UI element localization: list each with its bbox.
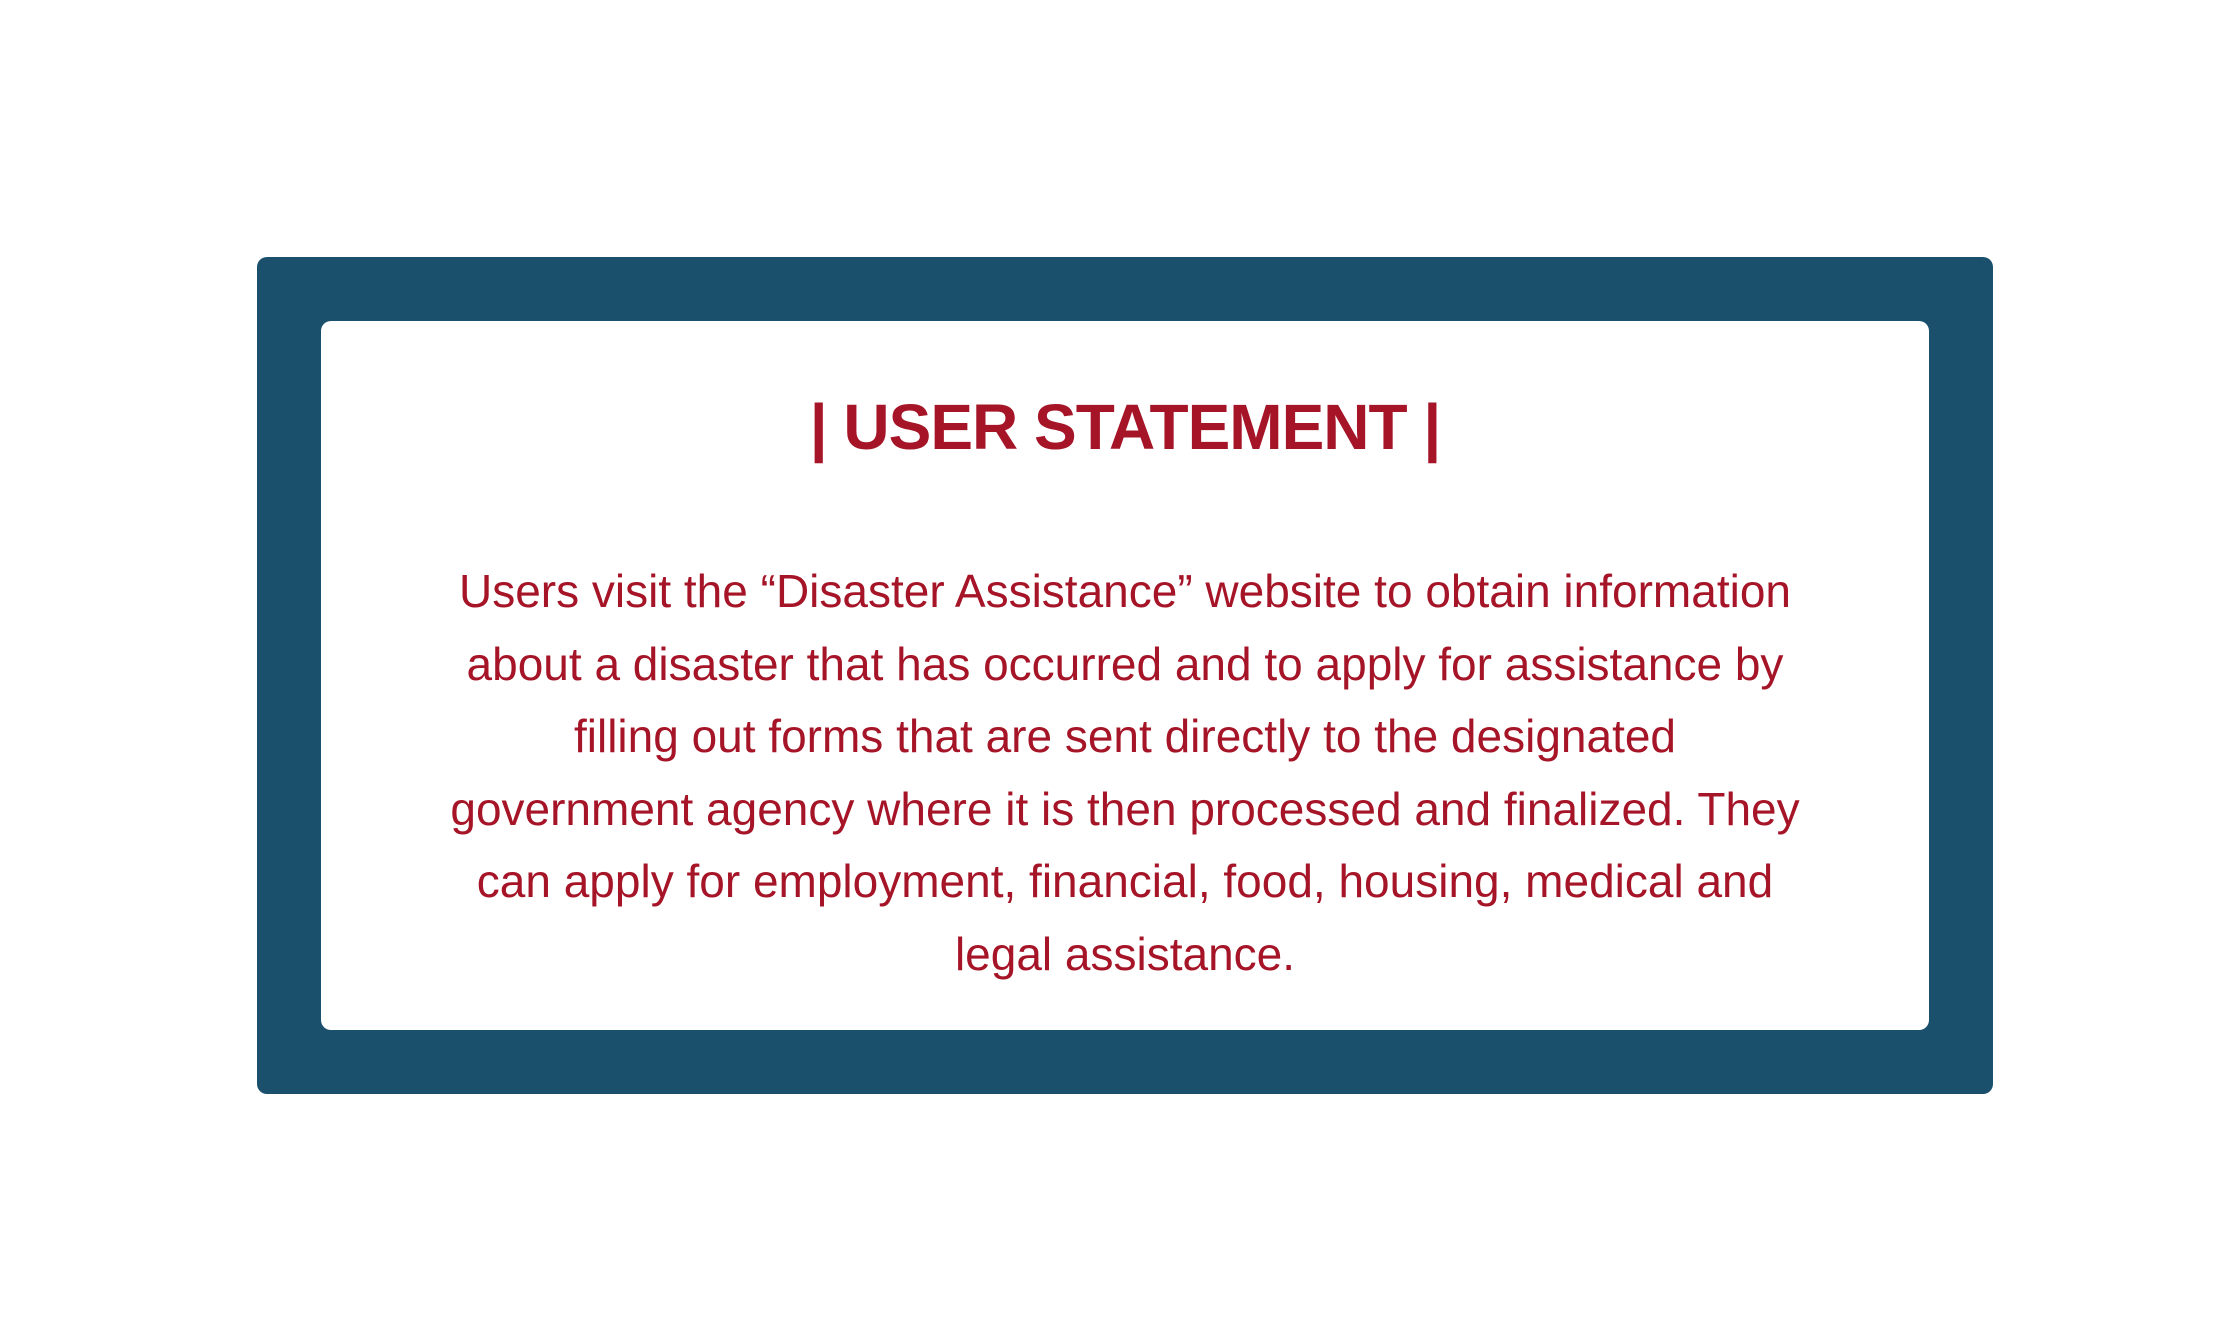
user-statement-title: | USER STATEMENT | [809, 391, 1442, 463]
statement-line: government agency where it is then proce… [450, 782, 1800, 835]
statement-line: Users visit the “Disaster Assistance” we… [459, 565, 1791, 617]
statement-line: filling out forms that are sent directly… [573, 710, 1677, 762]
user-statement-text: Users visit the “Disaster Assistance” we… [377, 555, 1873, 990]
user-statement-card: | USER STATEMENT | Users visit the “Disa… [321, 321, 1929, 1030]
statement-line: can apply for employment, financial, foo… [476, 855, 1774, 907]
statement-line: legal assistance. [954, 927, 1296, 980]
page: | USER STATEMENT | Users visit the “Disa… [0, 0, 2240, 1344]
statement-line: about a disaster that has occurred and t… [466, 637, 1784, 690]
statement-frame: | USER STATEMENT | Users visit the “Disa… [257, 257, 1993, 1094]
